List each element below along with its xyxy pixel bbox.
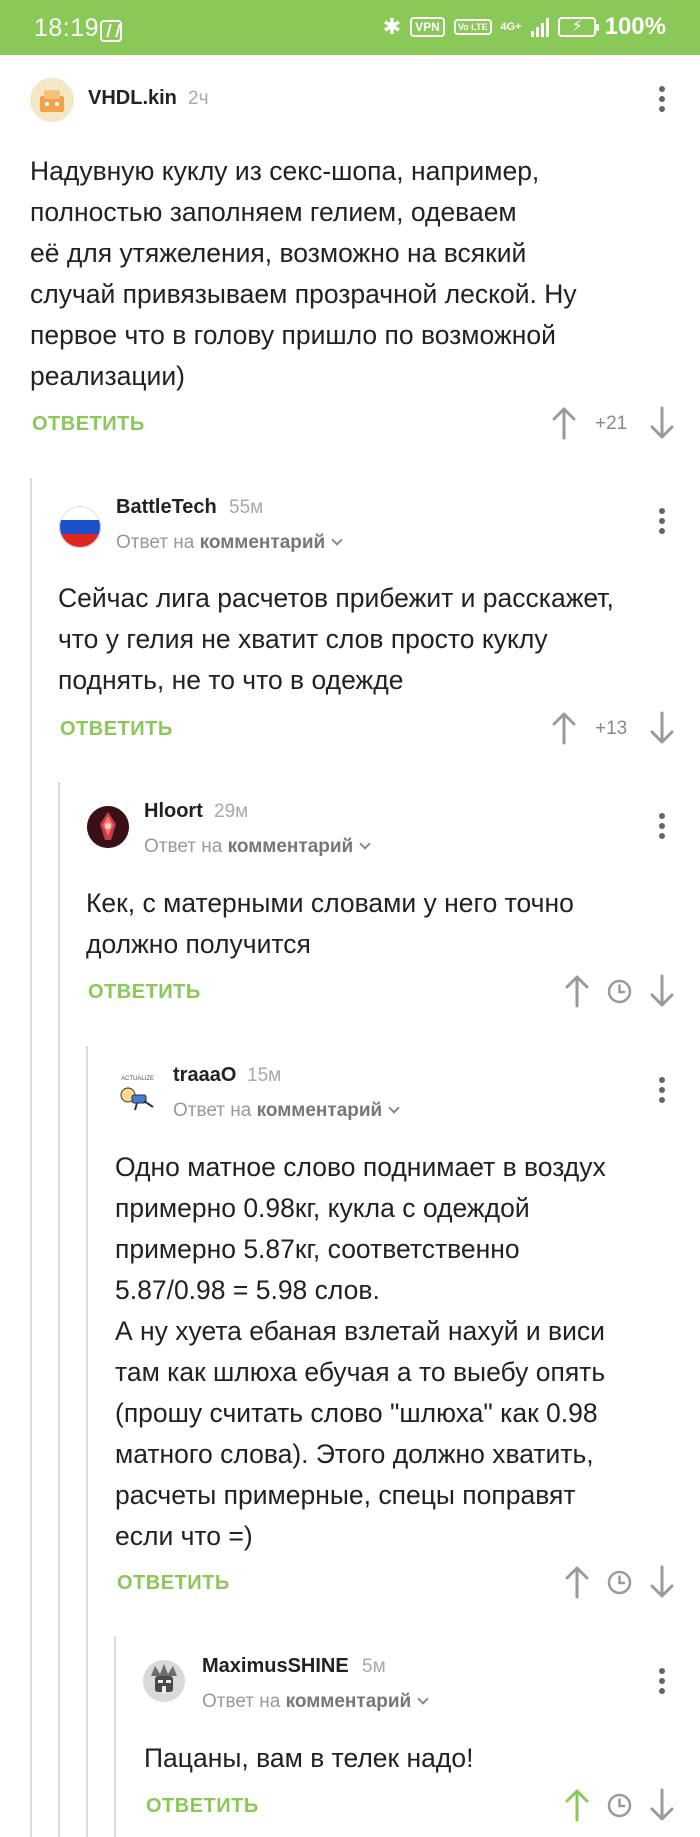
thread-line (86, 1046, 88, 1837)
reply-to-link[interactable]: Ответ на комментарий (116, 532, 343, 554)
avatar[interactable]: ACTUALIZE (115, 1071, 157, 1113)
comment-text: Кек, с матерными словами у него точно до… (86, 888, 574, 959)
bluetooth-icon: ✱ (382, 14, 402, 39)
username[interactable]: MaximusSHINE (202, 1655, 349, 1678)
downvote-arrow-icon[interactable] (648, 711, 676, 745)
chevron-down-icon (331, 534, 343, 546)
downvote-arrow-icon[interactable] (648, 1565, 676, 1599)
vpn-icon: VPN (410, 17, 445, 37)
comment-text: Сейчас лига расчетов прибежит и расскаже… (58, 583, 614, 695)
downvote-arrow-icon[interactable] (648, 406, 676, 440)
clock-icon[interactable] (607, 1570, 632, 1595)
downvote-arrow-icon[interactable] (648, 1788, 676, 1822)
username[interactable]: VHDL.kin (88, 87, 177, 110)
status-icons: ✱ VPN Vo LTE 4G+ ⚡ 100% (382, 13, 666, 40)
reply-to-link[interactable]: Ответ на комментарий (202, 1691, 429, 1713)
username[interactable]: traaaO (173, 1064, 236, 1087)
more-options-icon[interactable] (658, 813, 666, 841)
reply-to-link[interactable]: Ответ на комментарий (173, 1100, 400, 1122)
more-options-icon[interactable] (658, 508, 666, 536)
avatar[interactable] (143, 1660, 185, 1702)
clock-icon[interactable] (607, 1793, 632, 1818)
avatar[interactable] (30, 78, 74, 122)
downvote-arrow-icon[interactable] (648, 974, 676, 1008)
username[interactable]: BattleTech (116, 496, 217, 519)
network-type: 4G+ (500, 21, 522, 33)
comment-time: 29м (214, 801, 249, 822)
comment-text: Одно матное слово поднимает в воздух при… (115, 1152, 606, 1551)
status-time: 18:19 (34, 14, 100, 42)
clock-icon[interactable] (607, 979, 632, 1004)
avatar[interactable] (87, 806, 129, 848)
battery-percent: 100% (604, 13, 666, 40)
upvote-arrow-icon[interactable] (563, 1788, 591, 1822)
rating: +21 (595, 413, 628, 434)
reply-button[interactable]: ОТВЕТИТЬ (88, 981, 201, 1004)
status-bar: 18:19 ✱ VPN Vo LTE 4G+ ⚡ 100% (0, 0, 700, 55)
thread-line (30, 478, 32, 1837)
reply-button[interactable]: ОТВЕТИТЬ (60, 718, 173, 741)
more-options-icon[interactable] (658, 1668, 666, 1696)
chevron-down-icon (388, 1102, 400, 1114)
battery-icon: ⚡ (557, 17, 599, 37)
reply-button[interactable]: ОТВЕТИТЬ (32, 413, 145, 436)
comment-time: 55м (229, 497, 264, 518)
signal-icon (530, 17, 549, 37)
reply-button[interactable]: ОТВЕТИТЬ (117, 1572, 230, 1595)
comment-time: 5м (362, 1656, 386, 1677)
rating: +13 (595, 718, 628, 739)
chevron-down-icon (417, 1693, 429, 1705)
upvote-arrow-icon[interactable] (550, 406, 578, 440)
comment-time: 15м (247, 1065, 282, 1086)
reply-button[interactable]: ОТВЕТИТЬ (146, 1795, 259, 1818)
thread-line (58, 782, 60, 1837)
thread-line (114, 1636, 116, 1837)
username[interactable]: Hloort (144, 800, 203, 823)
svg-text:ACTUALIZE: ACTUALIZE (121, 1076, 154, 1082)
more-options-icon[interactable] (658, 1077, 666, 1105)
upvote-arrow-icon[interactable] (563, 1565, 591, 1599)
reply-to-link[interactable]: Ответ на комментарий (144, 836, 371, 858)
upvote-arrow-icon[interactable] (563, 974, 591, 1008)
comment-time: 2ч (188, 88, 209, 109)
chevron-down-icon (359, 838, 371, 850)
more-options-icon[interactable] (658, 86, 666, 114)
avatar[interactable] (59, 506, 101, 548)
comment-text: Пацаны, вам в телек надо! (144, 1743, 474, 1773)
nfc-icon (100, 20, 122, 42)
comment-text: Надувную куклу из секс-шопа, например, п… (30, 156, 577, 391)
upvote-arrow-icon[interactable] (550, 711, 578, 745)
volte-icon: Vo LTE (453, 19, 492, 35)
